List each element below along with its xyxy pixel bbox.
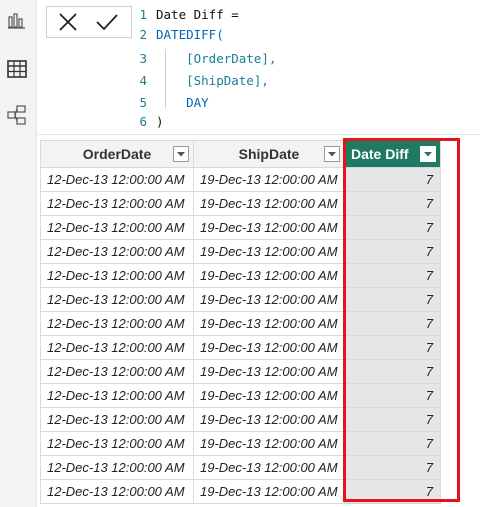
table-header-row: OrderDate ShipDate Date Diff [40, 140, 441, 168]
column-label: Date Diff [351, 146, 409, 162]
code-text: DAY [156, 95, 209, 110]
line-number: 6 [139, 114, 147, 129]
code-text: [ShipDate], [156, 73, 269, 88]
date-diff-cell: 7 [344, 335, 441, 360]
table-row[interactable]: 12-Dec-13 12:00:00 AM 19-Dec-13 12:00:00 … [40, 335, 441, 360]
orderdate-cell: 12-Dec-13 12:00:00 AM [40, 239, 194, 264]
table-row[interactable]: 12-Dec-13 12:00:00 AM 19-Dec-13 12:00:00 … [40, 407, 441, 432]
code-text: DATEDIFF( [156, 27, 224, 42]
orderdate-cell: 12-Dec-13 12:00:00 AM [40, 215, 194, 240]
table-row[interactable]: 12-Dec-13 12:00:00 AM 19-Dec-13 12:00:00 … [40, 263, 441, 288]
shipdate-cell: 19-Dec-13 12:00:00 AM [193, 167, 345, 192]
model-diagram-icon[interactable] [6, 104, 28, 126]
table-row[interactable]: 12-Dec-13 12:00:00 AM 19-Dec-13 12:00:00 … [40, 167, 441, 192]
line-number: 5 [139, 95, 147, 110]
filter-dropdown-icon[interactable] [173, 146, 189, 162]
divider [36, 134, 480, 135]
formula-actions [46, 6, 132, 38]
column-header-date-diff[interactable]: Date Diff [344, 140, 441, 168]
column-label: OrderDate [82, 146, 152, 162]
checkmark-icon[interactable] [95, 11, 118, 33]
orderdate-cell: 12-Dec-13 12:00:00 AM [40, 335, 194, 360]
date-diff-cell: 7 [344, 383, 441, 408]
data-table: OrderDate ShipDate Date Diff 12-Dec-13 1… [40, 140, 441, 504]
code-text: Date Diff = [156, 7, 239, 22]
line-number: 2 [139, 27, 147, 42]
line-number: 3 [139, 51, 147, 66]
orderdate-cell: 12-Dec-13 12:00:00 AM [40, 287, 194, 312]
filter-dropdown-icon[interactable] [420, 146, 436, 162]
column-label: ShipDate [238, 146, 300, 162]
shipdate-cell: 19-Dec-13 12:00:00 AM [193, 431, 345, 456]
date-diff-cell: 7 [344, 359, 441, 384]
table-row[interactable]: 12-Dec-13 12:00:00 AM 19-Dec-13 12:00:00 … [40, 455, 441, 480]
date-diff-cell: 7 [344, 287, 441, 312]
shipdate-cell: 19-Dec-13 12:00:00 AM [193, 479, 345, 504]
shipdate-cell: 19-Dec-13 12:00:00 AM [193, 287, 345, 312]
orderdate-cell: 12-Dec-13 12:00:00 AM [40, 455, 194, 480]
date-diff-cell: 7 [344, 479, 441, 504]
table-row[interactable]: 12-Dec-13 12:00:00 AM 19-Dec-13 12:00:00 … [40, 311, 441, 336]
close-icon[interactable] [57, 11, 79, 33]
code-line-2: 2 DATEDIFF( [133, 25, 224, 44]
shipdate-cell: 19-Dec-13 12:00:00 AM [193, 311, 345, 336]
shipdate-cell: 19-Dec-13 12:00:00 AM [193, 239, 345, 264]
table-row[interactable]: 12-Dec-13 12:00:00 AM 19-Dec-13 12:00:00 … [40, 287, 441, 312]
table-body: 12-Dec-13 12:00:00 AM 19-Dec-13 12:00:00 … [40, 167, 441, 504]
bar-chart-icon[interactable] [6, 9, 28, 31]
table-row[interactable]: 12-Dec-13 12:00:00 AM 19-Dec-13 12:00:00 … [40, 191, 441, 216]
date-diff-cell: 7 [344, 455, 441, 480]
line-number: 4 [139, 73, 147, 88]
code-line-6: 6) [133, 112, 164, 131]
orderdate-cell: 12-Dec-13 12:00:00 AM [40, 191, 194, 216]
code-text: [OrderDate], [156, 51, 277, 66]
shipdate-cell: 19-Dec-13 12:00:00 AM [193, 383, 345, 408]
orderdate-cell: 12-Dec-13 12:00:00 AM [40, 383, 194, 408]
indent-guide [165, 49, 166, 109]
filter-dropdown-icon[interactable] [324, 146, 340, 162]
date-diff-cell: 7 [344, 311, 441, 336]
orderdate-cell: 12-Dec-13 12:00:00 AM [40, 479, 194, 504]
code-line-3: 3 [OrderDate], [133, 49, 276, 68]
shipdate-cell: 19-Dec-13 12:00:00 AM [193, 215, 345, 240]
table-row[interactable]: 12-Dec-13 12:00:00 AM 19-Dec-13 12:00:00 … [40, 383, 441, 408]
shipdate-cell: 19-Dec-13 12:00:00 AM [193, 455, 345, 480]
code-line-4: 4 [ShipDate], [133, 71, 269, 90]
orderdate-cell: 12-Dec-13 12:00:00 AM [40, 167, 194, 192]
table-row[interactable]: 12-Dec-13 12:00:00 AM 19-Dec-13 12:00:00 … [40, 479, 441, 504]
date-diff-cell: 7 [344, 263, 441, 288]
column-header-shipdate[interactable]: ShipDate [193, 140, 345, 168]
table-row[interactable]: 12-Dec-13 12:00:00 AM 19-Dec-13 12:00:00 … [40, 215, 441, 240]
shipdate-cell: 19-Dec-13 12:00:00 AM [193, 191, 345, 216]
orderdate-cell: 12-Dec-13 12:00:00 AM [40, 431, 194, 456]
date-diff-cell: 7 [344, 407, 441, 432]
table-grid-icon[interactable] [6, 58, 28, 80]
orderdate-cell: 12-Dec-13 12:00:00 AM [40, 311, 194, 336]
shipdate-cell: 19-Dec-13 12:00:00 AM [193, 359, 345, 384]
table-row[interactable]: 12-Dec-13 12:00:00 AM 19-Dec-13 12:00:00 … [40, 431, 441, 456]
code-text: ) [156, 114, 164, 129]
date-diff-cell: 7 [344, 431, 441, 456]
shipdate-cell: 19-Dec-13 12:00:00 AM [193, 407, 345, 432]
table-row[interactable]: 12-Dec-13 12:00:00 AM 19-Dec-13 12:00:00 … [40, 239, 441, 264]
orderdate-cell: 12-Dec-13 12:00:00 AM [40, 263, 194, 288]
shipdate-cell: 19-Dec-13 12:00:00 AM [193, 263, 345, 288]
table-row[interactable]: 12-Dec-13 12:00:00 AM 19-Dec-13 12:00:00 … [40, 359, 441, 384]
code-line-5: 5 DAY [133, 93, 209, 112]
formula-editor[interactable]: 1 Date Diff = 2 DATEDIFF( 3 [OrderDate], 4… [133, 5, 480, 133]
shipdate-cell: 19-Dec-13 12:00:00 AM [193, 335, 345, 360]
view-switcher [0, 0, 37, 507]
date-diff-cell: 7 [344, 167, 441, 192]
orderdate-cell: 12-Dec-13 12:00:00 AM [40, 359, 194, 384]
orderdate-cell: 12-Dec-13 12:00:00 AM [40, 407, 194, 432]
date-diff-cell: 7 [344, 215, 441, 240]
line-number: 1 [139, 7, 147, 22]
code-line-1: 1 Date Diff = [133, 5, 239, 24]
date-diff-cell: 7 [344, 191, 441, 216]
date-diff-cell: 7 [344, 239, 441, 264]
column-header-orderdate[interactable]: OrderDate [40, 140, 194, 168]
